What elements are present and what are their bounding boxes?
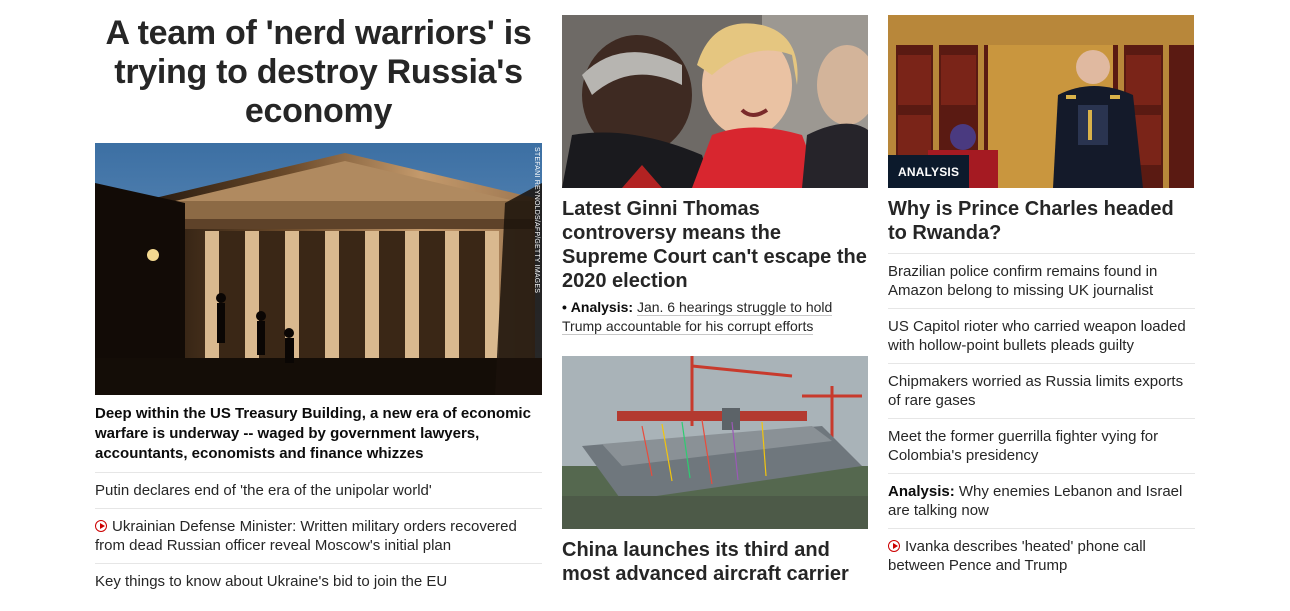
prince-charles-image[interactable]: ANALYSIS	[888, 15, 1194, 188]
headline-link[interactable]: Meet the former guerrilla fighter vying …	[888, 428, 1158, 464]
related-link[interactable]: Ukrainian Defense Minister: Written mili…	[95, 518, 517, 554]
lead-caption[interactable]: Deep within the US Treasury Building, a …	[95, 404, 542, 473]
image-credit: STEFANI REYNOLDS/AFP/GETTY IMAGES	[533, 147, 540, 294]
analysis-badge: ANALYSIS	[888, 155, 970, 188]
list-item[interactable]: Chipmakers worried as Russia limits expo…	[888, 364, 1195, 419]
related-link[interactable]: Key things to know about Ukraine's bid t…	[95, 573, 447, 590]
ginni-thomas-headline[interactable]: Latest Ginni Thomas controversy means th…	[562, 197, 868, 293]
right-column: ANALYSIS Why is Prince Charles headed to…	[888, 0, 1195, 583]
treasury-building-image[interactable]: STEFANI REYNOLDS/AFP/GETTY IMAGES	[95, 143, 542, 395]
list-item[interactable]: Key things to know about Ukraine's bid t…	[95, 564, 542, 599]
play-video-icon	[95, 520, 107, 532]
headline-link[interactable]: Brazilian police confirm remains found i…	[888, 263, 1157, 299]
ginni-thomas-image[interactable]	[562, 15, 868, 188]
list-item[interactable]: Meet the former guerrilla fighter vying …	[888, 419, 1195, 474]
aircraft-carrier-headline[interactable]: China launches its third and most advanc…	[562, 538, 868, 586]
analysis-label: Analysis:	[570, 299, 634, 315]
analysis-sublink[interactable]: • Analysis: Jan. 6 hearings struggle to …	[562, 298, 868, 336]
aircraft-carrier-image[interactable]	[562, 356, 868, 529]
headline-link[interactable]: Chipmakers worried as Russia limits expo…	[888, 373, 1183, 409]
aircraft-carrier-card: China launches its third and most advanc…	[562, 356, 868, 586]
list-item[interactable]: Ukrainian Defense Minister: Written mili…	[95, 509, 542, 564]
lead-story-column: A team of 'nerd warriors' is trying to d…	[95, 0, 542, 599]
headline-link[interactable]: US Capitol rioter who carried weapon loa…	[888, 318, 1186, 354]
prince-charles-headline[interactable]: Why is Prince Charles headed to Rwanda?	[888, 197, 1195, 254]
list-item[interactable]: Analysis: Why enemies Lebanon and Israel…	[888, 474, 1195, 529]
lead-headline[interactable]: A team of 'nerd warriors' is trying to d…	[95, 14, 542, 131]
lead-related-list: Putin declares end of 'the era of the un…	[95, 473, 542, 599]
list-item[interactable]: US Capitol rioter who carried weapon loa…	[888, 309, 1195, 364]
news-page: A team of 'nerd warriors' is trying to d…	[0, 0, 1290, 611]
bullet: •	[562, 299, 567, 315]
right-headline-list: Brazilian police confirm remains found i…	[888, 254, 1195, 583]
list-item[interactable]: Brazilian police confirm remains found i…	[888, 254, 1195, 309]
analysis-label: Analysis:	[888, 483, 955, 500]
list-item[interactable]: Ivanka describes 'heated' phone call bet…	[888, 529, 1195, 583]
play-video-icon	[888, 540, 900, 552]
headline-link[interactable]: Ivanka describes 'heated' phone call bet…	[888, 538, 1146, 574]
middle-column: Latest Ginni Thomas controversy means th…	[562, 0, 868, 585]
related-link[interactable]: Putin declares end of 'the era of the un…	[95, 482, 432, 499]
list-item[interactable]: Putin declares end of 'the era of the un…	[95, 473, 542, 509]
